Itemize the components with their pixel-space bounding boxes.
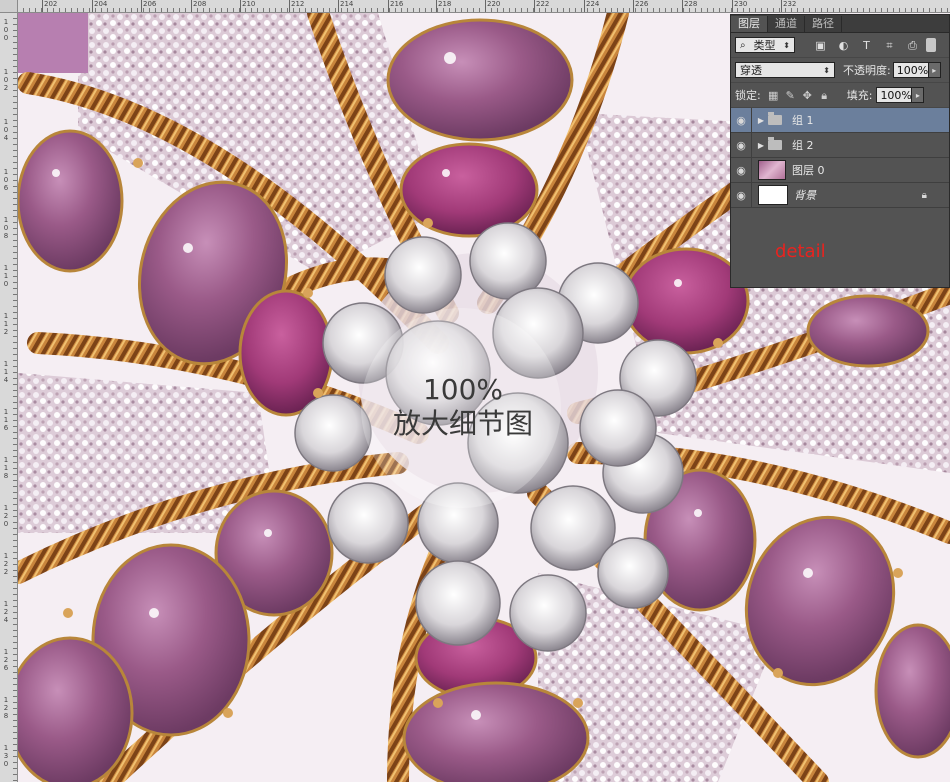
folder-icon	[768, 112, 782, 125]
visibility-eye-icon[interactable]: ◉	[731, 189, 751, 202]
layer-row-layer-0[interactable]: ◉ 图层 0	[731, 158, 949, 183]
divider	[751, 133, 752, 157]
ruler-tick: 222	[533, 0, 550, 12]
fill-label: 填充:	[846, 89, 873, 102]
lock-icon: 🔒︎	[921, 189, 927, 201]
ruler-tick: 210	[239, 0, 256, 12]
lock-move-icon[interactable]: ✥	[801, 89, 814, 102]
blend-mode-value: 穿透	[740, 64, 762, 77]
dropdown-arrow-icon: ⬍	[783, 40, 790, 50]
ruler-tick: 100	[3, 18, 9, 42]
layer-name: 图层 0	[792, 164, 825, 177]
ruler-tick: 206	[140, 0, 157, 12]
ruler-minor-ticks	[13, 12, 17, 782]
ruler-tick: 232	[780, 0, 797, 12]
lock-brush-icon[interactable]: ✎	[784, 89, 797, 102]
divider	[751, 108, 752, 132]
ruler-tick: 212	[288, 0, 305, 12]
layer-thumbnail	[758, 160, 786, 180]
folder-icon	[768, 137, 782, 150]
divider	[751, 183, 752, 207]
lock-all-icon[interactable]: 🔒︎	[818, 89, 831, 102]
layer-kind-select[interactable]: ⌕ 类型 ⬍	[735, 37, 795, 53]
filter-toggle[interactable]	[926, 38, 936, 52]
type-filter-icon[interactable]: T	[859, 38, 874, 53]
ruler-tick: 220	[484, 0, 501, 12]
visibility-eye-icon[interactable]: ◉	[731, 139, 751, 152]
ruler-tick: 122	[3, 552, 9, 576]
ruler-tick: 102	[3, 68, 9, 92]
layer-row-background[interactable]: ◉ 背景 🔒︎	[731, 183, 949, 208]
opacity-label: 不透明度:	[843, 64, 891, 77]
visibility-eye-icon[interactable]: ◉	[731, 164, 751, 177]
ruler-tick: 226	[632, 0, 649, 12]
ruler-tick: 128	[3, 696, 9, 720]
ruler-tick: 104	[3, 118, 9, 142]
ruler-tick: 216	[387, 0, 404, 12]
blend-row: 穿透 ⬍ 不透明度: 100% ▸	[731, 58, 949, 83]
zoom-detail-caption: 100% 放大细节图	[373, 373, 553, 441]
layer-name: 组 2	[792, 139, 814, 152]
ruler-tick: 118	[3, 456, 9, 480]
panel-tabs: 图层 通道 路径	[731, 15, 949, 33]
tab-layers[interactable]: 图层	[731, 16, 768, 32]
detail-note: detail	[775, 241, 826, 262]
fill-arrow-icon[interactable]: ▸	[912, 87, 925, 103]
ruler-tick: 214	[337, 0, 354, 12]
ruler-tick: 112	[3, 312, 9, 336]
shape-filter-icon[interactable]: ⌗	[882, 38, 897, 53]
layers-panel: 图层 通道 路径 ⌕ 类型 ⬍ ▣ ◐ T ⌗ ⎙ 穿透 ⬍ 不透明度: 100…	[730, 14, 950, 288]
ruler-tick: 108	[3, 216, 9, 240]
opacity-arrow-icon[interactable]: ▸	[928, 62, 941, 78]
layer-kind-label: 类型	[753, 39, 776, 52]
image-filter-icon[interactable]: ▣	[813, 38, 828, 53]
ruler-tick: 106	[3, 168, 9, 192]
ruler-tick: 116	[3, 408, 9, 432]
dropdown-arrow-icon: ⬍	[823, 65, 830, 75]
ruler-tick: 218	[435, 0, 452, 12]
ruler-tick: 208	[190, 0, 207, 12]
lock-transparent-icon[interactable]: ▦	[767, 89, 780, 102]
layer-name: 背景	[794, 189, 816, 202]
smart-object-filter-icon[interactable]: ⎙	[905, 38, 920, 53]
tab-paths[interactable]: 路径	[805, 16, 842, 32]
disclosure-triangle-icon[interactable]: ▶	[756, 116, 766, 125]
zoom-percent: 100%	[422, 373, 504, 406]
vertical-ruler[interactable]: 100 102 104 106 108 110 112 114 116 118 …	[0, 12, 18, 782]
ruler-tick: 204	[91, 0, 108, 12]
horizontal-ruler[interactable]: 202 204 206 208 210 212 214 216 218 220 …	[0, 0, 950, 13]
divider	[751, 158, 752, 182]
blend-mode-select[interactable]: 穿透 ⬍	[735, 62, 835, 78]
ruler-minor-ticks	[17, 8, 950, 12]
zoom-caption: 放大细节图	[392, 407, 533, 440]
ruler-tick: 224	[583, 0, 600, 12]
layer-row-group-2[interactable]: ◉ ▶ 组 2	[731, 133, 949, 158]
layer-name: 组 1	[792, 114, 814, 127]
fill-input[interactable]: 100%	[876, 87, 913, 103]
ruler-tick: 114	[3, 360, 9, 384]
disclosure-triangle-icon[interactable]: ▶	[756, 141, 766, 150]
search-icon: ⌕	[740, 39, 746, 51]
ruler-tick: 124	[3, 600, 9, 624]
ruler-tick: 126	[3, 648, 9, 672]
ruler-tick: 110	[3, 264, 9, 288]
lock-row: 锁定: ▦ ✎ ✥ 🔒︎ 填充: 100% ▸	[731, 83, 949, 108]
ruler-tick: 130	[3, 744, 9, 768]
ruler-tick: 202	[41, 0, 58, 12]
layer-thumbnail	[758, 185, 788, 205]
visibility-eye-icon[interactable]: ◉	[731, 114, 751, 127]
adjustment-filter-icon[interactable]: ◐	[836, 38, 851, 53]
ruler-tick: 228	[681, 0, 698, 12]
ruler-tick: 230	[731, 0, 748, 12]
lock-label: 锁定:	[735, 89, 761, 102]
ruler-origin[interactable]	[0, 0, 18, 13]
layer-filter-row: ⌕ 类型 ⬍ ▣ ◐ T ⌗ ⎙	[731, 33, 949, 58]
layer-row-group-1[interactable]: ◉ ▶ 组 1	[731, 108, 949, 133]
opacity-input[interactable]: 100%	[892, 62, 929, 78]
ruler-tick: 120	[3, 504, 9, 528]
tab-channels[interactable]: 通道	[768, 16, 805, 32]
